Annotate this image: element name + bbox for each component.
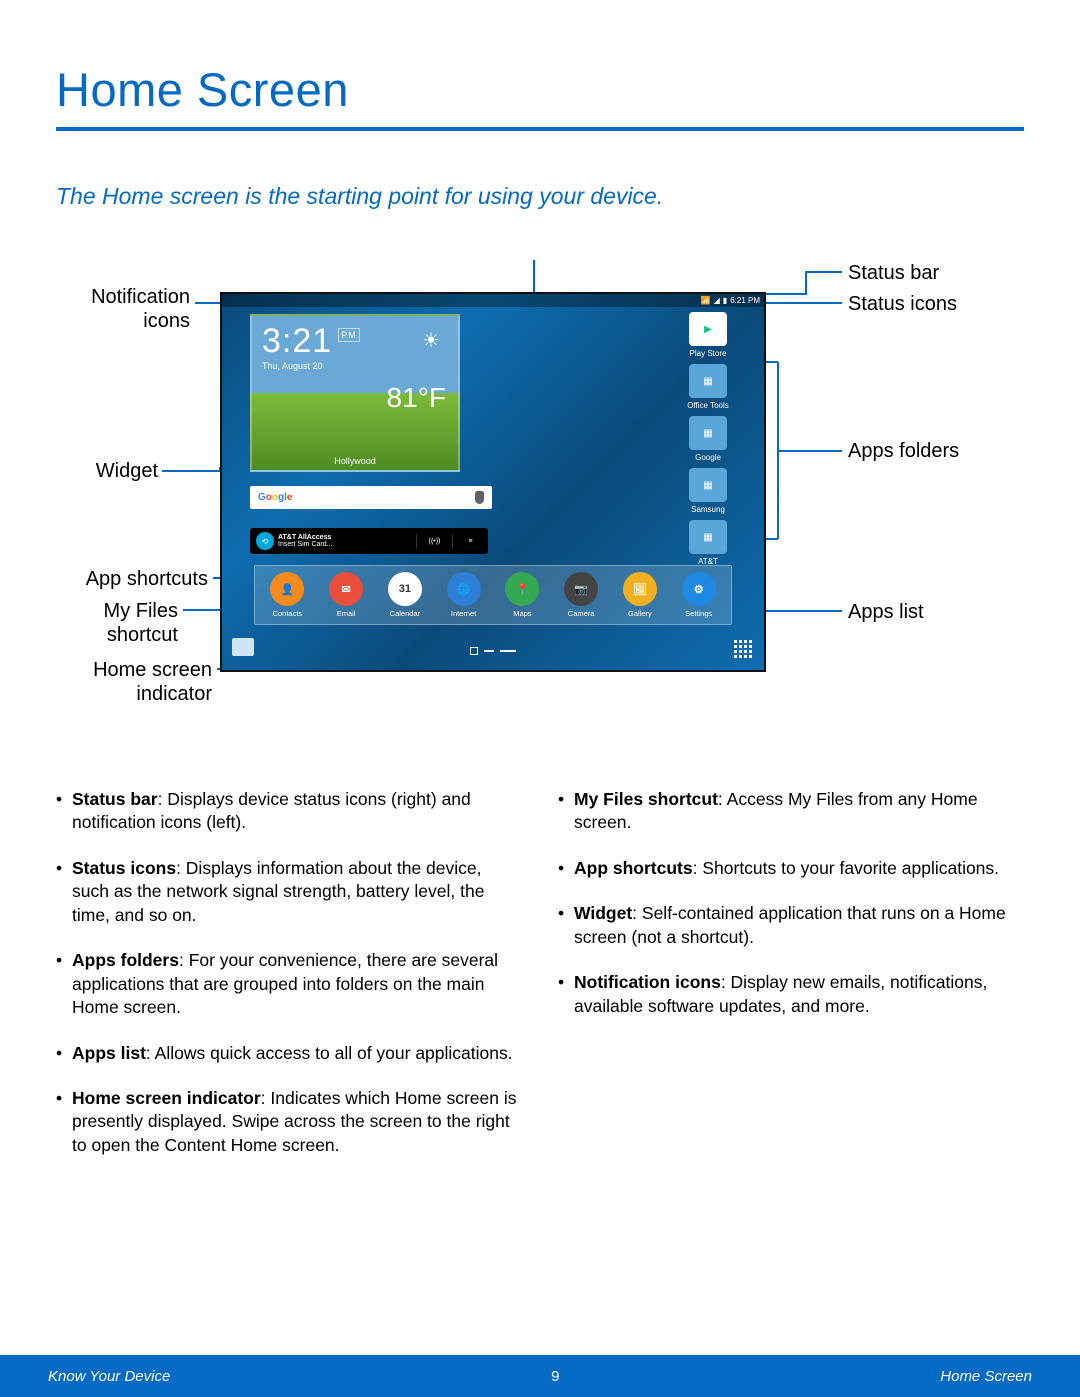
folder-icon: ▦: [689, 416, 727, 450]
dock-app: 31 Calendar: [383, 572, 428, 618]
page-title: Home Screen: [56, 62, 1024, 117]
dock-app: 🖼 Gallery: [618, 572, 663, 618]
sun-icon: ☀: [422, 328, 440, 353]
label-apps-folders: Apps folders: [848, 440, 959, 464]
app-label: Internet: [451, 609, 476, 618]
folder-label: Samsung: [691, 505, 725, 514]
folder-icon: ▦: [689, 364, 727, 398]
label-status-bar: Status bar: [848, 262, 939, 286]
att-title: AT&T AllAccess: [278, 534, 332, 541]
folder-item: ▦AT&T: [674, 520, 742, 566]
home-screen-indicator: [470, 647, 516, 655]
clock-time: 3:21: [262, 322, 332, 361]
google-search-widget: Google: [250, 486, 492, 509]
clock-ampm: PM: [338, 328, 360, 342]
att-widget: ⟲ AT&T AllAccess Insert Sim Card... ((•)…: [250, 528, 488, 554]
annotated-diagram: Notificationicons Widget App shortcuts M…: [56, 246, 1036, 716]
label-my-files: My Filesshortcut: [56, 600, 178, 647]
app-icon: 📷: [564, 572, 598, 606]
clock-weather-widget: 3:21 PM Thu, August 20 ☀ 81°F Hollywood: [250, 314, 460, 472]
folder-label: Office Tools: [687, 401, 729, 410]
bullet-item: Status icons: Displays information about…: [56, 857, 522, 927]
folder-item: ▦ Samsung: [674, 468, 742, 514]
dock-app: ⚙ Settings: [676, 572, 721, 618]
folder-icon: ▦: [689, 520, 727, 554]
app-icon: ⚙: [682, 572, 716, 606]
dock-app: 🌐 Internet: [441, 572, 486, 618]
my-files-shortcut: [232, 638, 254, 656]
folder-item: ▦ Office Tools: [674, 364, 742, 410]
page-footer: Know Your Device 9 Home Screen: [0, 1355, 1080, 1397]
intro-text: The Home screen is the starting point fo…: [56, 183, 1024, 210]
footer-right: Home Screen: [940, 1368, 1032, 1385]
att-icon: ⟲: [256, 532, 274, 550]
label-widget: Widget: [56, 460, 158, 484]
folder-label: Play Store: [690, 349, 727, 358]
app-label: Camera: [568, 609, 595, 618]
bullet-item: Home screen indicator: Indicates which H…: [56, 1087, 522, 1157]
footer-page: 9: [551, 1368, 559, 1385]
bullet-item: App shortcuts: Shortcuts to your favorit…: [558, 857, 1024, 880]
label-home-indicator: Home screenindicator: [56, 659, 212, 706]
weather-location: Hollywood: [252, 456, 458, 466]
bullet-item: Apps folders: For your convenience, ther…: [56, 949, 522, 1019]
folder-item: ▶ Play Store: [674, 312, 742, 358]
app-dock: 👤 Contacts ✉ Email 31 Calendar 🌐 Internet 📍 Maps 📷…: [254, 565, 732, 625]
mic-icon: [475, 491, 484, 504]
dock-app: 👤 Contacts: [265, 572, 310, 618]
app-label: Contacts: [273, 609, 303, 618]
google-logo: Google: [258, 492, 292, 503]
footer-left: Know Your Device: [48, 1368, 170, 1385]
att-seg-2: ≡: [452, 534, 488, 549]
status-time: 6:21 PM: [730, 296, 760, 305]
app-icon: 👤: [270, 572, 304, 606]
label-apps-list: Apps list: [848, 601, 924, 625]
app-label: Gallery: [628, 609, 652, 618]
att-sub: Insert Sim Card...: [278, 541, 332, 548]
folder-label: Google: [695, 453, 721, 462]
app-label: Calendar: [390, 609, 420, 618]
label-app-shortcuts: App shortcuts: [56, 568, 208, 592]
folder-icon: ▶: [689, 312, 727, 346]
app-icon: 31: [388, 572, 422, 606]
wifi-icon: 📶: [701, 296, 711, 305]
weather-temp: 81°F: [387, 382, 446, 414]
bullet-item: Apps list: Allows quick access to all of…: [56, 1042, 522, 1065]
clock-date: Thu, August 20: [252, 361, 458, 371]
folder-item: ▦ Google: [674, 416, 742, 462]
att-seg-1: ((•)): [416, 534, 452, 549]
status-bar: 📶 ◢ ▮ 6:21 PM: [222, 294, 764, 307]
apps-list-button: [732, 638, 754, 660]
dock-app: ✉ Email: [324, 572, 369, 618]
app-icon: 🌐: [447, 572, 481, 606]
signal-icon: ◢: [714, 296, 720, 305]
app-label: Maps: [513, 609, 531, 618]
bullet-item: Notification icons: Display new emails, …: [558, 971, 1024, 1018]
bullet-item: Widget: Self-contained application that …: [558, 902, 1024, 949]
app-icon: ✉: [329, 572, 363, 606]
app-icon: 🖼: [623, 572, 657, 606]
app-label: Email: [337, 609, 356, 618]
label-notification-icons: Notificationicons: [56, 286, 190, 333]
bullets-right: My Files shortcut: Access My Files from …: [558, 788, 1024, 1018]
description-columns: Status bar: Displays device status icons…: [56, 788, 1024, 1179]
title-rule: [56, 127, 1024, 131]
bullet-item: Status bar: Displays device status icons…: [56, 788, 522, 835]
bullet-item: My Files shortcut: Access My Files from …: [558, 788, 1024, 835]
label-status-icons: Status icons: [848, 293, 957, 317]
dock-app: 📍 Maps: [500, 572, 545, 618]
battery-icon: ▮: [723, 296, 727, 305]
dock-app: 📷 Camera: [559, 572, 604, 618]
app-label: Settings: [685, 609, 712, 618]
tablet-screenshot: 📶 ◢ ▮ 6:21 PM 3:21 PM Thu, August 20 ☀ 81…: [220, 292, 766, 672]
app-icon: 📍: [505, 572, 539, 606]
folder-icon: ▦: [689, 468, 727, 502]
bullets-left: Status bar: Displays device status icons…: [56, 788, 522, 1157]
